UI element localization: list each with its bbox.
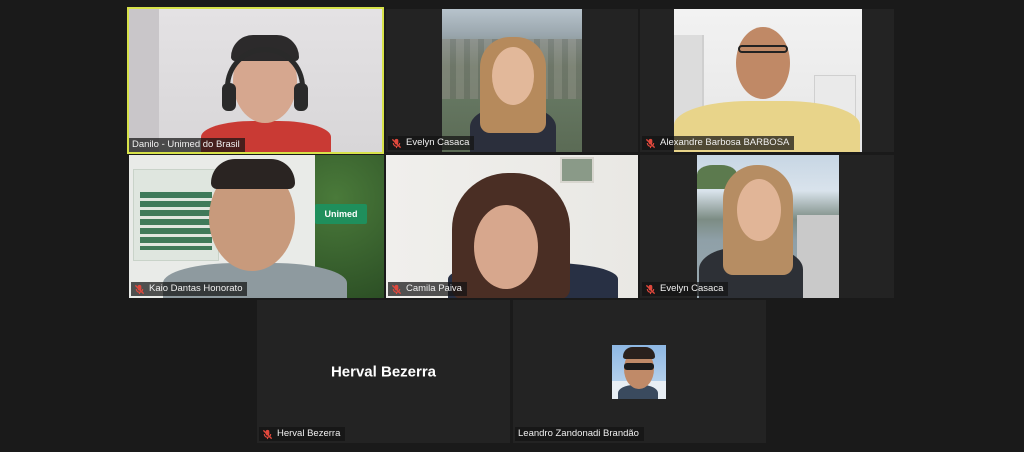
- video-off-name: Herval Bezerra: [330, 363, 437, 380]
- participant-name-label: Leandro Zandonadi Brandão: [515, 427, 644, 441]
- mic-muted-icon: [645, 138, 656, 148]
- video-feed: [674, 9, 862, 152]
- participant-tile-camila[interactable]: Camila Paiva: [386, 155, 638, 298]
- participant-name-label: Evelyn Casaca: [388, 136, 475, 150]
- participant-tile-danilo[interactable]: Danilo - Unimed do Brasil: [127, 7, 384, 154]
- mic-muted-icon: [391, 138, 402, 148]
- mic-muted-icon: [645, 284, 656, 294]
- mic-muted-icon: [262, 429, 273, 439]
- mic-muted-icon: [391, 284, 402, 294]
- participant-name-label: Alexandre Barbosa BARBOSA: [642, 136, 795, 150]
- video-feed: Unimed: [129, 155, 384, 298]
- avatar: [612, 345, 666, 399]
- video-feed: [442, 9, 582, 152]
- mic-muted-icon: [134, 284, 145, 294]
- participant-tile-kaio[interactable]: Unimed Kaio Dantas Honorato: [129, 155, 384, 298]
- participant-tile-evelyn-2[interactable]: Evelyn Casaca: [640, 155, 894, 298]
- participant-tile-alexandre[interactable]: Alexandre Barbosa BARBOSA: [640, 9, 894, 152]
- unimed-wall-sign: Unimed: [315, 204, 367, 224]
- participant-tile-herval[interactable]: Herval Bezerra Herval Bezerra: [257, 300, 510, 443]
- video-feed: [129, 9, 382, 152]
- participant-tile-evelyn-1[interactable]: Evelyn Casaca: [386, 9, 638, 152]
- participant-tile-leandro[interactable]: Leandro Zandonadi Brandão: [513, 300, 766, 443]
- participant-name-label: Evelyn Casaca: [642, 282, 729, 296]
- video-feed: [386, 155, 638, 298]
- video-feed: [697, 155, 839, 298]
- participant-name-label: Danilo - Unimed do Brasil: [129, 138, 245, 152]
- participant-name-label: Camila Paiva: [388, 282, 467, 296]
- participant-name-label: Herval Bezerra: [259, 427, 346, 441]
- participant-name-label: Kaio Dantas Honorato: [131, 282, 248, 296]
